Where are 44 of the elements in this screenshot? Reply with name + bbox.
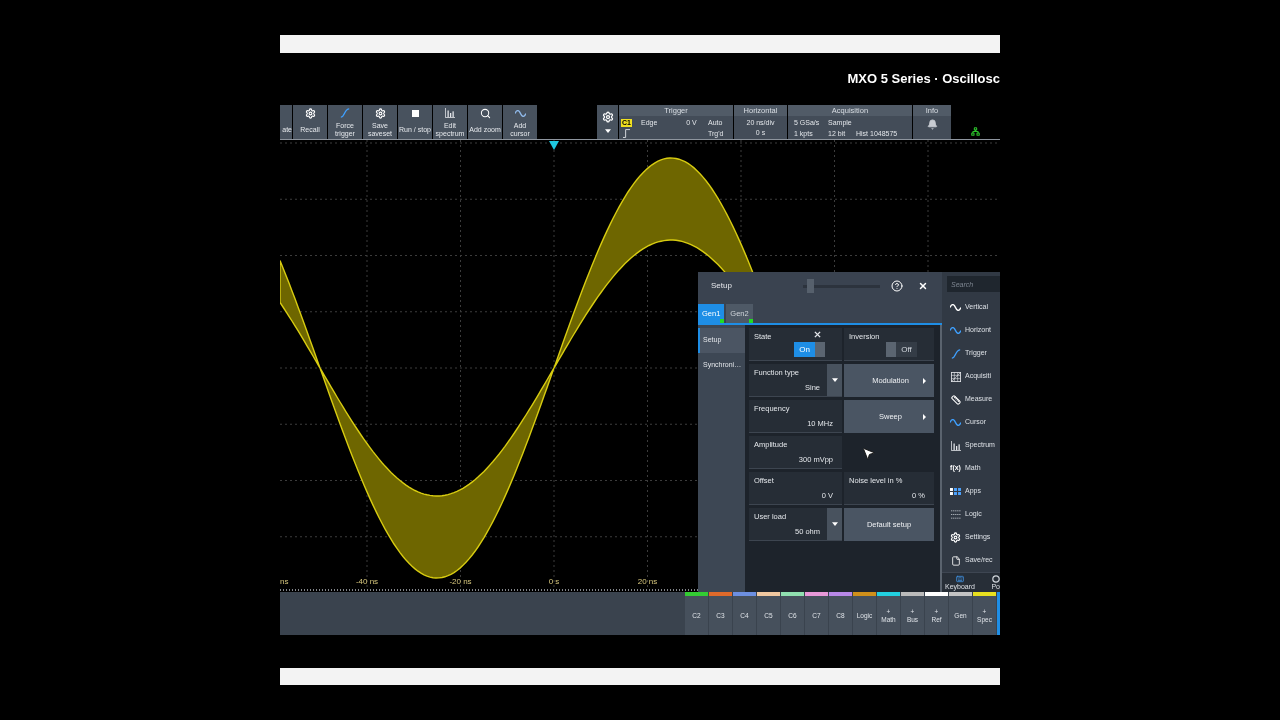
dotted-lines-icon xyxy=(950,510,961,519)
caret-right-icon xyxy=(923,413,926,420)
close-icon[interactable] xyxy=(918,281,928,291)
wave-icon xyxy=(514,109,526,117)
circle-icon xyxy=(991,575,1000,583)
dropdown-button[interactable] xyxy=(827,508,842,540)
gear-icon xyxy=(374,107,386,119)
panel-edge xyxy=(997,592,1000,635)
network-icon xyxy=(971,127,980,136)
gear-icon xyxy=(304,107,316,119)
dropdown-button[interactable] xyxy=(827,364,842,396)
cross-icon xyxy=(814,331,821,338)
slider-thumb[interactable] xyxy=(806,278,814,293)
help-icon[interactable] xyxy=(891,280,903,292)
caret-down-icon xyxy=(831,378,838,382)
curve-icon xyxy=(340,108,350,118)
settings-button[interactable] xyxy=(597,105,618,139)
rising-edge-icon xyxy=(623,128,630,138)
axis-label: ns xyxy=(280,577,289,587)
app-title: MXO 5 Series · Oscillosc xyxy=(847,70,1000,89)
axis-label: -40 ns xyxy=(355,577,379,587)
caret-down-icon xyxy=(604,129,611,133)
caret-down-icon xyxy=(831,522,838,526)
bar-chart-icon xyxy=(950,440,961,451)
apps-grid-icon xyxy=(950,488,961,495)
grid-icon xyxy=(950,371,961,382)
magnifier-icon xyxy=(479,107,491,119)
axis-label: 0 s xyxy=(548,577,560,587)
caret-right-icon xyxy=(923,377,926,384)
bar-chart-icon xyxy=(445,108,455,118)
axis-label: 20 ns xyxy=(637,577,658,587)
wave-icon xyxy=(950,304,961,311)
square-icon xyxy=(411,109,419,117)
wave-icon xyxy=(950,419,961,426)
axis-label: -20 ns xyxy=(449,577,472,587)
curve-icon xyxy=(950,348,961,359)
mouse-pointer-icon xyxy=(861,446,876,461)
ruler-icon xyxy=(950,394,961,405)
bell-icon xyxy=(926,119,938,130)
keyboard-icon xyxy=(956,575,964,583)
gear-icon xyxy=(950,532,961,543)
wave-icon xyxy=(950,327,961,334)
gear-icon xyxy=(601,111,614,123)
file-icon xyxy=(950,555,961,566)
